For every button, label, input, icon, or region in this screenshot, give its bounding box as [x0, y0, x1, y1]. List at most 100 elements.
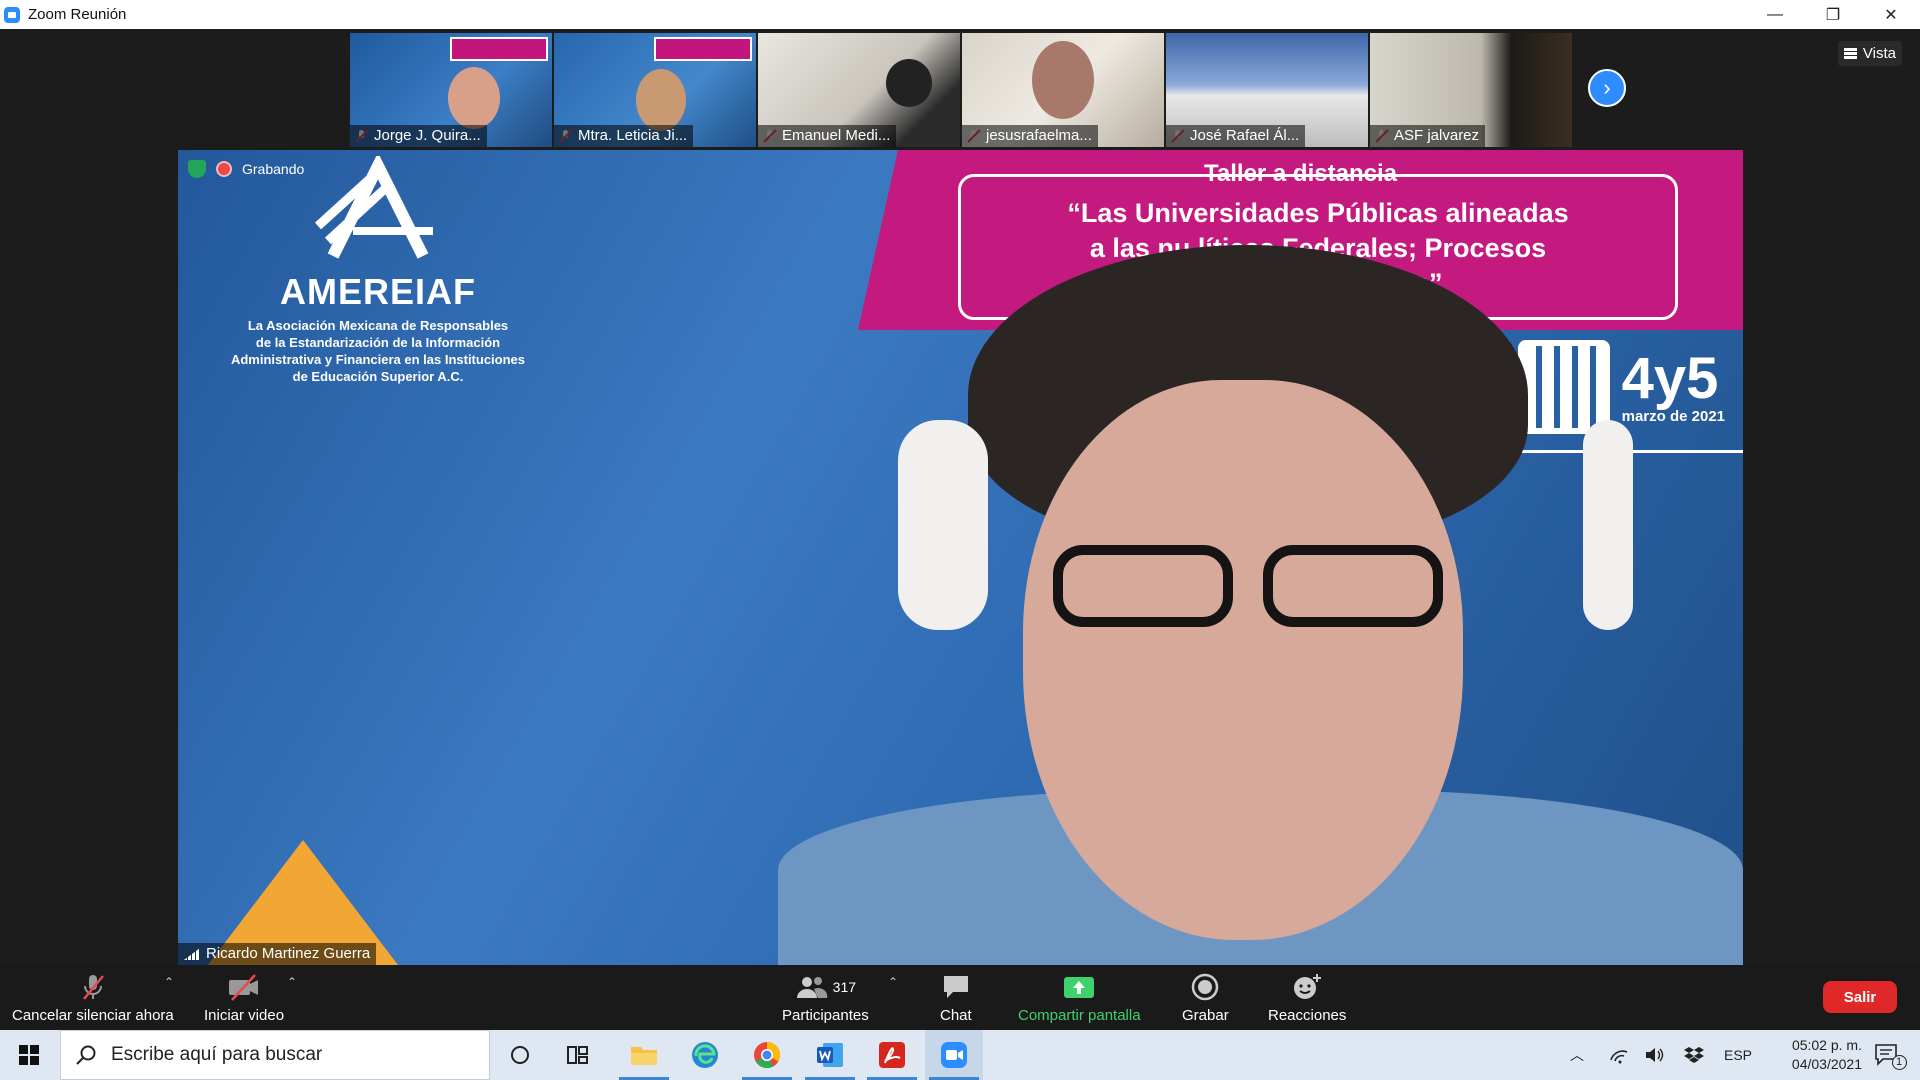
headphone-left: [898, 420, 988, 630]
glasses-lens-left: [1053, 545, 1233, 627]
participant-thumbnail[interactable]: Emanuel Medi...: [758, 33, 960, 147]
minimize-button[interactable]: —: [1746, 0, 1804, 29]
dropbox-button[interactable]: [1676, 1030, 1712, 1080]
notification-count: 1: [1891, 1054, 1907, 1070]
participants-count: 317: [832, 979, 857, 995]
taskbar-acrobat[interactable]: [863, 1030, 921, 1080]
slide-thumbnail: [654, 37, 752, 61]
participant-name: Jorge J. Quira...: [350, 125, 487, 147]
show-hidden-icons-button[interactable]: ︿: [1562, 1030, 1592, 1080]
speaker-icon: [1646, 1048, 1664, 1062]
wifi-icon: [1610, 1050, 1628, 1064]
glasses-lens-right: [1263, 545, 1443, 627]
word-icon: [817, 1043, 843, 1067]
start-video-button[interactable]: Iniciar video: [204, 971, 284, 1024]
mute-label: Cancelar silenciar ahora: [12, 1007, 174, 1024]
chat-label: Chat: [940, 1007, 972, 1024]
reactions-label: Reacciones: [1268, 1007, 1347, 1024]
volume-button[interactable]: [1638, 1030, 1672, 1080]
taskbar-chrome[interactable]: [738, 1030, 796, 1080]
participant-thumbnail[interactable]: Mtra. Leticia Ji...: [554, 33, 756, 147]
participant-name: Emanuel Medi...: [758, 125, 897, 147]
record-button[interactable]: Grabar: [1182, 971, 1229, 1024]
search-input[interactable]: [109, 1043, 473, 1067]
language-indicator[interactable]: ESP: [1718, 1030, 1758, 1080]
participant-name: ASF jalvarez: [1370, 125, 1486, 147]
banner-title: Taller a distancia: [1204, 160, 1397, 187]
participant-thumbnail[interactable]: Jorge J. Quira...: [350, 33, 552, 147]
recording-label: Grabando: [242, 161, 305, 177]
task-view-button[interactable]: [550, 1030, 608, 1080]
chevron-right-icon: ›: [1603, 75, 1611, 100]
participant-video: [636, 69, 686, 131]
taskbar-search[interactable]: [60, 1030, 490, 1080]
participant-name: José Rafael Ál...: [1166, 125, 1306, 147]
org-description: La Asociación Mexicana de Responsables d…: [230, 318, 526, 384]
event-days: 4y5: [1621, 345, 1719, 411]
chat-icon: [943, 976, 968, 998]
signal-strength-icon: [184, 948, 200, 960]
video-options-caret-icon[interactable]: ⌃: [287, 975, 297, 989]
grid-view-icon: [1843, 48, 1857, 59]
participant-thumbnail[interactable]: José Rafael Ál...: [1166, 33, 1368, 147]
view-button[interactable]: Vista: [1837, 41, 1902, 66]
participants-label: Participantes: [782, 1007, 869, 1024]
amereiaf-logo: AMEREIAF La Asociación Mexicana de Respo…: [188, 150, 568, 385]
event-date: 4y5 marzo de 2021: [1517, 340, 1725, 434]
reactions-button[interactable]: Reacciones: [1268, 971, 1346, 1024]
shield-icon[interactable]: [188, 160, 206, 178]
recording-indicator[interactable]: Grabando: [188, 160, 304, 178]
share-screen-icon: [1064, 977, 1095, 998]
share-screen-button[interactable]: Compartir pantalla: [1018, 971, 1141, 1024]
microphone-muted-icon: [82, 975, 104, 1000]
video-off-icon: [229, 974, 259, 1001]
window-titlebar: Zoom Reunión — ❐ ✕: [0, 0, 1920, 29]
next-page-button[interactable]: ›: [1588, 69, 1626, 107]
taskbar-clock[interactable]: 05:02 p. m. 04/03/2021: [1792, 1036, 1862, 1074]
taskbar-word[interactable]: [801, 1030, 859, 1080]
maximize-button[interactable]: ❐: [1804, 0, 1862, 29]
share-screen-label: Compartir pantalla: [1018, 1007, 1141, 1024]
record-icon: [1192, 973, 1219, 1001]
record-dot-icon: [216, 161, 232, 177]
window-title: Zoom Reunión: [28, 6, 127, 23]
speaker-face: [1023, 380, 1463, 940]
cortana-icon: [511, 1046, 529, 1064]
task-view-icon: [567, 1046, 588, 1064]
leave-button[interactable]: Salir: [1823, 981, 1897, 1013]
headphone-right: [1583, 420, 1633, 630]
record-label: Grabar: [1182, 1007, 1229, 1024]
taskbar-edge[interactable]: [676, 1030, 734, 1080]
dropbox-icon: [1684, 1047, 1704, 1063]
taskbar-file-explorer[interactable]: [615, 1030, 673, 1080]
windows-taskbar: ︿ ESP 05:02 p. m. 04/03/2021 1: [0, 1030, 1920, 1080]
participant-name: Mtra. Leticia Ji...: [554, 125, 694, 147]
event-month: marzo de 2021: [1621, 407, 1725, 425]
calendar-icon: [1517, 340, 1610, 434]
participant-name: jesusrafaelma...: [962, 125, 1098, 147]
network-button[interactable]: [1602, 1030, 1636, 1080]
participants-options-caret-icon[interactable]: ⌃: [888, 975, 898, 989]
org-name: AMEREIAF: [280, 271, 476, 312]
search-icon: [76, 1045, 96, 1065]
chevron-up-icon: ︿: [1570, 1047, 1584, 1063]
chat-button[interactable]: Chat: [940, 971, 972, 1024]
notifications-button[interactable]: 1: [1862, 1030, 1918, 1080]
participant-thumbnail-strip: Jorge J. Quira... Mtra. Leticia Ji... Em…: [350, 33, 1572, 147]
cortana-button[interactable]: [491, 1030, 549, 1080]
participants-icon: [796, 977, 827, 998]
close-button[interactable]: ✕: [1862, 0, 1920, 29]
participant-thumbnail[interactable]: ASF jalvarez: [1370, 33, 1572, 147]
audio-options-caret-icon[interactable]: ⌃: [164, 975, 174, 989]
mute-button[interactable]: Cancelar silenciar ahora: [12, 971, 174, 1024]
start-button[interactable]: [0, 1030, 58, 1080]
clock-date: 04/03/2021: [1791, 1056, 1862, 1072]
zoom-app-icon: [4, 6, 20, 23]
chrome-icon: [754, 1042, 781, 1069]
taskbar-zoom[interactable]: [925, 1030, 983, 1080]
speaker-glasses: [1013, 545, 1473, 635]
participant-video: [448, 67, 500, 129]
participants-button[interactable]: 317 Participantes: [782, 971, 869, 1024]
amereiaf-logo-mark: [314, 152, 433, 259]
participant-thumbnail[interactable]: jesusrafaelma...: [962, 33, 1164, 147]
